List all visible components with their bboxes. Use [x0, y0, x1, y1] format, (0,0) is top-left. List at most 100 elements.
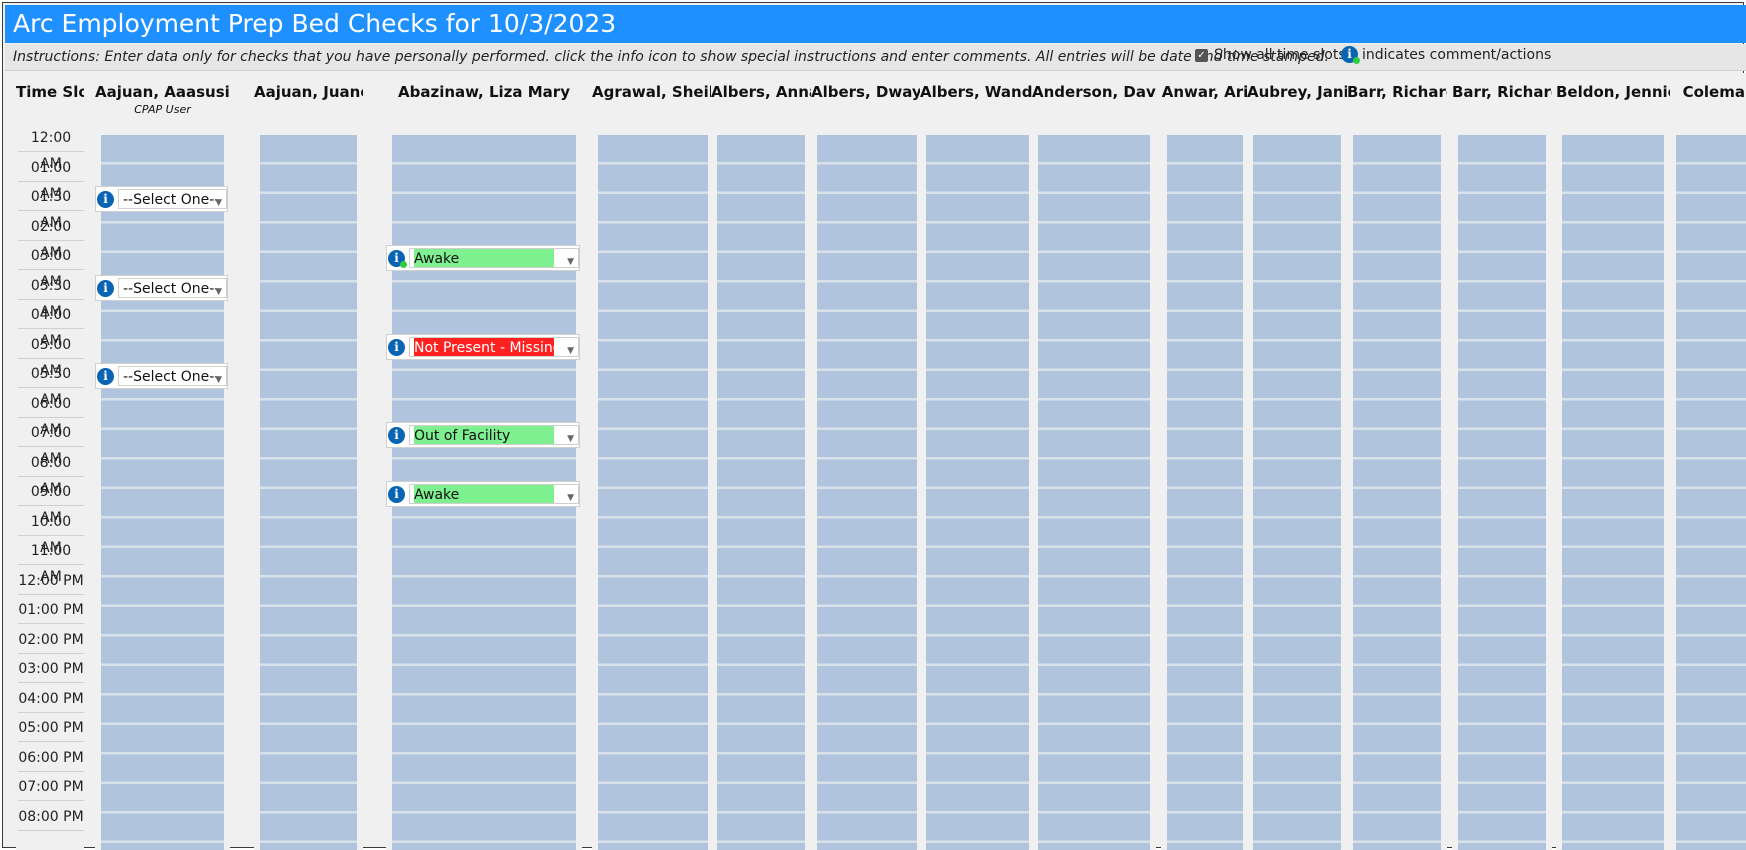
time-slot-label: 07:00 PM	[18, 774, 84, 801]
status-select[interactable]: Out of Facility ▼	[409, 425, 579, 445]
info-icon[interactable]: i	[388, 338, 405, 356]
comment-dot-icon	[400, 261, 407, 268]
status-value: Out of Facility	[414, 426, 554, 444]
resident-subtitle: CPAP User	[134, 103, 191, 116]
time-slot-column: Time Slot 12:00 AM01:00 AM01:30 AM02:00 A…	[16, 73, 84, 850]
check-cell[interactable]: i --Select One-- ▼	[95, 363, 228, 389]
resident-header: Beldon, Jennie	[1556, 73, 1670, 129]
resident-check-cells	[1676, 135, 1746, 850]
check-cell[interactable]: i Not Present - Missing ▼	[386, 333, 580, 360]
time-slot-label: 03:00 PM	[18, 656, 84, 683]
resident-column: Aajuan, Aaasusie CPAP User i --Select One--…	[95, 73, 230, 850]
resident-header: Albers, Dwayne	[811, 73, 923, 129]
time-slot-label: 05:00 AM	[18, 332, 84, 379]
bed-check-grid: Time Slot 12:00 AM01:00 AM01:30 AM02:00 A…	[16, 73, 1746, 850]
resident-header: Anwar, Ari	[1161, 73, 1249, 129]
resident-column: Anderson, Davis	[1032, 73, 1156, 850]
resident-name: Albers, Anna	[711, 83, 811, 101]
resident-name: Aubrey, Janie	[1247, 83, 1347, 101]
status-select[interactable]: Awake ▼	[409, 248, 579, 268]
instructions-text: Instructions: Enter data only for checks…	[13, 49, 1329, 65]
time-slot-label: 03:30 AM	[18, 273, 84, 320]
resident-check-cells	[1562, 135, 1664, 850]
resident-name: Anderson, Davis	[1032, 83, 1156, 101]
info-icon[interactable]: i	[97, 191, 114, 208]
resident-header: Aajuan, Juané A	[254, 73, 363, 129]
info-icon[interactable]: i	[388, 486, 405, 503]
resident-name: Albers, Wanda	[920, 83, 1035, 101]
time-slot-label: 07:00 AM	[18, 420, 84, 467]
resident-header: Aubrey, Janie	[1247, 73, 1347, 129]
resident-header: Coleman, S	[1670, 73, 1746, 129]
check-cell[interactable]: i Out of Facility ▼	[386, 422, 580, 448]
resident-column: Aubrey, Janie	[1247, 73, 1347, 850]
status-value: --Select One--	[123, 280, 220, 297]
resident-header: Abazinaw, Liza Mary	[386, 73, 582, 129]
chevron-down-icon: ▼	[567, 493, 574, 503]
time-slot-label: 12:00 PM	[18, 568, 84, 595]
resident-column: Albers, Dwayne	[811, 73, 923, 850]
resident-header: Barr, Richard	[1452, 73, 1552, 129]
time-slot-label: 01:00 AM	[18, 155, 84, 202]
resident-header: Anderson, Davis	[1032, 73, 1156, 129]
chevron-down-icon: ▼	[567, 345, 574, 356]
legend: i indicates comment/actions	[1341, 46, 1551, 64]
status-value: Awake	[414, 249, 554, 267]
resident-check-cells	[1167, 135, 1243, 850]
time-slot-header-label: Time Slot	[16, 83, 84, 101]
resident-column: Anwar, Ari	[1161, 73, 1249, 850]
resident-check-cells: i Awake ▼ i Not Present - Missing ▼ i Out of Fa…	[386, 135, 580, 850]
check-cell[interactable]: i Awake ▼	[386, 481, 580, 507]
info-icon[interactable]: i	[388, 427, 405, 444]
resident-header: Albers, Wanda	[920, 73, 1035, 129]
resident-name: Coleman, S	[1682, 83, 1746, 101]
resident-column: Albers, Anna	[711, 73, 811, 850]
info-icon[interactable]: i	[97, 368, 114, 385]
time-slot-label: 01:30 AM	[18, 184, 84, 231]
time-slot-label: 08:00 PM	[18, 804, 84, 831]
time-slot-label: 01:00 PM	[18, 597, 84, 624]
time-slot-label: 04:00 AM	[18, 302, 84, 349]
info-icon[interactable]: i	[97, 279, 114, 297]
info-icon[interactable]: i	[388, 250, 407, 268]
time-slot-header: Time Slot	[16, 73, 84, 129]
resident-header: Albers, Anna	[711, 73, 811, 129]
resident-name: Albers, Dwayne	[811, 83, 923, 101]
resident-header: Barr, Richard	[1347, 73, 1447, 129]
resident-check-cells	[1038, 135, 1150, 850]
check-cell[interactable]: i --Select One-- ▼	[95, 186, 228, 212]
status-select[interactable]: --Select One-- ▼	[118, 189, 227, 209]
chevron-down-icon: ▼	[215, 286, 222, 297]
time-slot-label: 06:00 PM	[18, 745, 84, 772]
time-slot-label: 03:00 AM	[18, 243, 84, 290]
resident-name: Anwar, Ari	[1161, 83, 1249, 101]
resident-column: Albers, Wanda	[920, 73, 1035, 850]
status-select[interactable]: --Select One-- ▼	[118, 366, 227, 386]
resident-column: Abazinaw, Liza Mary i Awake ▼ i Not Present -…	[386, 73, 582, 850]
resident-check-cells: i --Select One-- ▼ i --Select One-- ▼ i --Selec…	[95, 135, 228, 850]
time-slot-label: 05:30 AM	[18, 361, 84, 408]
status-select[interactable]: --Select One-- ▼	[118, 277, 227, 298]
comment-dot-icon	[1353, 57, 1360, 64]
chevron-down-icon: ▼	[567, 257, 574, 267]
time-slot-label: 02:00 PM	[18, 627, 84, 654]
resident-check-cells	[817, 135, 917, 850]
show-all-toggle[interactable]: ✓ Show all time slots	[1195, 47, 1346, 63]
resident-column: Aajuan, Juané A	[254, 73, 363, 850]
time-slot-label: 12:00 AM	[18, 125, 84, 172]
instructions-bar: Instructions: Enter data only for checks…	[5, 44, 1746, 71]
resident-check-cells	[260, 135, 357, 850]
check-cell[interactable]: i --Select One-- ▼	[95, 274, 228, 301]
show-all-checkbox[interactable]: ✓	[1195, 48, 1208, 62]
title-bar: Arc Employment Prep Bed Checks for 10/3/…	[5, 5, 1746, 43]
resident-header: Agrawal, Sheila	[592, 73, 714, 129]
time-slot-label: 04:00 PM	[18, 686, 84, 713]
check-cell[interactable]: i Awake ▼	[386, 245, 580, 271]
show-all-label: Show all time slots	[1214, 47, 1346, 63]
status-select[interactable]: Awake ▼	[409, 484, 579, 504]
resident-name: Beldon, Jennie	[1556, 83, 1670, 101]
status-select[interactable]: Not Present - Missing ▼	[409, 336, 579, 357]
status-value: Awake	[414, 485, 554, 503]
page-title: Arc Employment Prep Bed Checks for 10/3/…	[13, 9, 617, 38]
time-slot-label: 06:00 AM	[18, 391, 84, 438]
